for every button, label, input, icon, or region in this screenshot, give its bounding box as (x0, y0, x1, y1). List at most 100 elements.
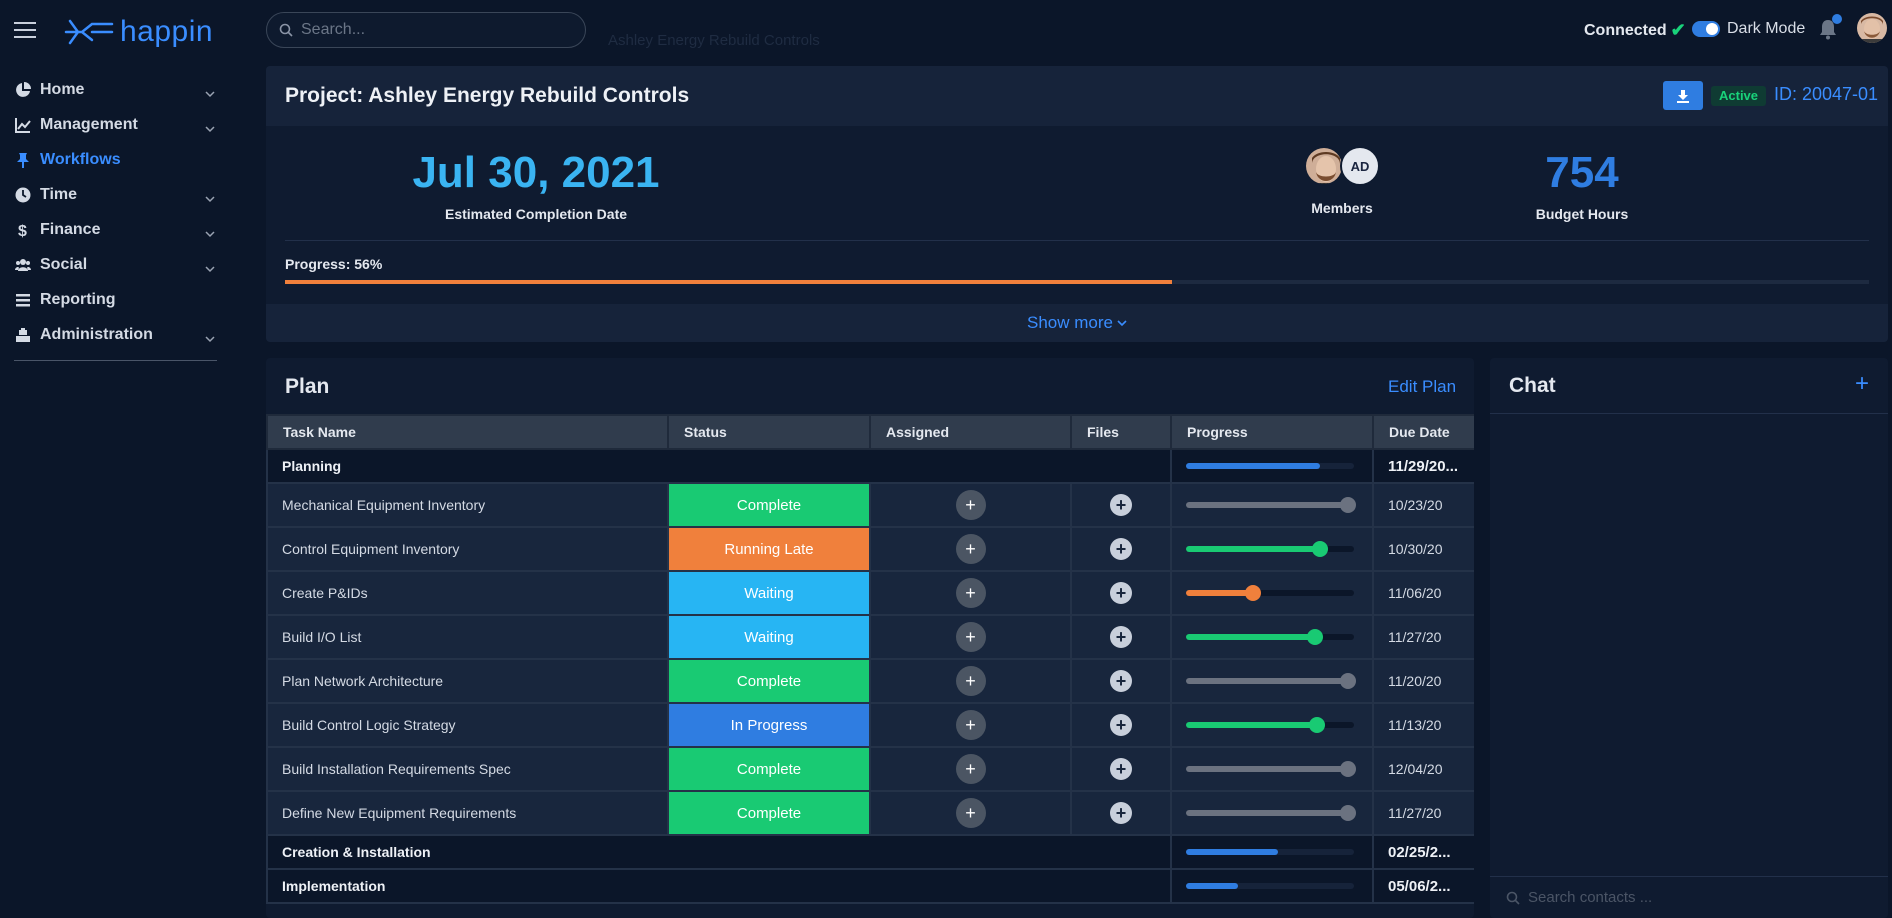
column-header[interactable]: Task Name (266, 414, 669, 450)
assign-button[interactable]: + (955, 622, 986, 652)
member-initials-avatar[interactable]: AD (1340, 146, 1380, 186)
progress-slider[interactable] (1186, 761, 1356, 777)
dark-mode-toggle[interactable] (1692, 21, 1720, 37)
task-status[interactable]: Waiting (667, 570, 871, 616)
progress-slider[interactable] (1186, 717, 1354, 733)
assign-button[interactable]: + (955, 534, 986, 564)
add-file-icon[interactable]: + (1110, 626, 1132, 648)
task-status[interactable]: Waiting (667, 614, 871, 660)
progress-slider[interactable] (1186, 805, 1356, 821)
task-row[interactable]: Plan Network Architecture Complete + +11/20… (266, 658, 1474, 704)
menu-icon[interactable] (14, 22, 36, 38)
sidebar-item-management[interactable]: Management (0, 107, 230, 142)
contact-search-input[interactable] (1528, 889, 1868, 906)
column-header[interactable]: Assigned (869, 414, 1072, 450)
add-file-icon[interactable]: + (1110, 538, 1132, 560)
status-badge: Active (1711, 86, 1767, 106)
assign-button[interactable]: + (955, 490, 986, 520)
admin-icon (14, 326, 32, 344)
assign-button[interactable]: + (955, 754, 986, 784)
progress-slider-knob[interactable] (1309, 717, 1326, 733)
sidebar-divider (14, 360, 217, 361)
task-row[interactable]: Mechanical Equipment Inventory Complete + +… (266, 482, 1474, 528)
progress-slider[interactable] (1186, 541, 1354, 557)
assign-button[interactable]: + (955, 710, 986, 740)
logo-text: happin (120, 15, 214, 48)
group-progress-cell (1170, 448, 1374, 484)
plan-table-body: Planning 11/29/20... Mechanical Equipment … (266, 448, 1474, 904)
add-file-icon[interactable]: + (1110, 582, 1132, 604)
assign-button[interactable]: + (955, 578, 986, 608)
task-row[interactable]: Define New Equipment Requirements Complet… (266, 790, 1474, 836)
logo-plane-icon (64, 19, 114, 45)
search-input[interactable] (301, 21, 571, 39)
task-status[interactable]: Complete (667, 746, 871, 792)
task-row[interactable]: Create P&IDs Waiting + +11/06/20 (266, 570, 1474, 616)
task-row[interactable]: Build Installation Requirements Spec Comp… (266, 746, 1474, 792)
progress-slider-knob[interactable] (1245, 585, 1262, 601)
add-file-icon[interactable]: + (1110, 714, 1132, 736)
progress-slider-knob[interactable] (1307, 629, 1324, 645)
chevron-down-icon (205, 225, 215, 238)
download-button[interactable] (1663, 81, 1703, 110)
chat-panel: Chat + (1490, 358, 1888, 918)
column-header[interactable]: Files (1070, 414, 1172, 450)
progress-slider[interactable] (1186, 585, 1354, 601)
progress-slider-knob[interactable] (1340, 761, 1356, 777)
progress-slider-knob[interactable] (1340, 497, 1356, 513)
progress-slider[interactable] (1186, 497, 1356, 513)
show-more-button[interactable]: Show more (266, 304, 1888, 342)
task-row[interactable]: Build Control Logic Strategy In Progress +… (266, 702, 1474, 748)
sidebar-item-home[interactable]: Home (0, 72, 230, 107)
task-status[interactable]: Running Late (667, 526, 871, 572)
group-progress-bar (1186, 883, 1354, 889)
task-row[interactable]: Build I/O List Waiting + +11/27/20 (266, 614, 1474, 660)
assign-button[interactable]: + (955, 798, 986, 828)
add-chat-button[interactable]: + (1855, 370, 1869, 398)
members-avatars: AD (1282, 146, 1402, 186)
sidebar-item-finance[interactable]: $ Finance (0, 212, 230, 247)
task-status[interactable]: Complete (667, 658, 871, 704)
task-due-date: 11/27/20 (1372, 614, 1474, 660)
group-row[interactable]: Creation & Installation 02/25/2... (266, 834, 1474, 870)
edit-plan-link[interactable]: Edit Plan (1388, 377, 1456, 397)
progress-slider-knob[interactable] (1340, 805, 1356, 821)
progress-slider-knob[interactable] (1312, 541, 1329, 557)
add-file-icon[interactable]: + (1110, 494, 1132, 516)
add-file-icon[interactable]: + (1110, 802, 1132, 824)
member-avatar[interactable] (1304, 146, 1344, 186)
user-avatar[interactable] (1857, 13, 1887, 43)
task-name: Create P&IDs (266, 570, 669, 616)
progress-slider[interactable] (1186, 629, 1354, 645)
files-cell: + (1070, 702, 1172, 748)
task-name: Control Equipment Inventory (266, 526, 669, 572)
sidebar-item-reporting[interactable]: Reporting (0, 282, 230, 317)
logo[interactable]: happin (64, 14, 213, 50)
task-status[interactable]: Complete (667, 482, 871, 528)
column-header[interactable]: Progress (1170, 414, 1374, 450)
task-row[interactable]: Control Equipment Inventory Running Late +… (266, 526, 1474, 572)
sidebar-item-administration[interactable]: Administration (0, 317, 230, 352)
assigned-cell: + (869, 790, 1072, 836)
group-progress-fill (1186, 849, 1279, 855)
progress-slider-fill (1186, 546, 1321, 552)
task-progress-cell (1170, 790, 1374, 836)
group-row[interactable]: Implementation 05/06/2... (266, 868, 1474, 904)
sidebar-item-social[interactable]: Social (0, 247, 230, 282)
progress-slider-knob[interactable] (1340, 673, 1356, 689)
assigned-cell: + (869, 746, 1072, 792)
files-cell: + (1070, 790, 1172, 836)
progress-slider[interactable] (1186, 673, 1356, 689)
add-file-icon[interactable]: + (1110, 670, 1132, 692)
task-status[interactable]: In Progress (667, 702, 871, 748)
sidebar-item-time[interactable]: Time (0, 177, 230, 212)
column-header[interactable]: Due Date (1372, 414, 1474, 450)
column-header[interactable]: Status (667, 414, 871, 450)
assigned-cell: + (869, 658, 1072, 704)
add-file-icon[interactable]: + (1110, 758, 1132, 780)
task-status[interactable]: Complete (667, 790, 871, 836)
group-row[interactable]: Planning 11/29/20... (266, 448, 1474, 484)
assign-button[interactable]: + (955, 666, 986, 696)
sidebar-item-workflows[interactable]: Workflows (0, 142, 230, 177)
plan-table: Task Name Status Assigned Files Progress… (266, 414, 1474, 904)
